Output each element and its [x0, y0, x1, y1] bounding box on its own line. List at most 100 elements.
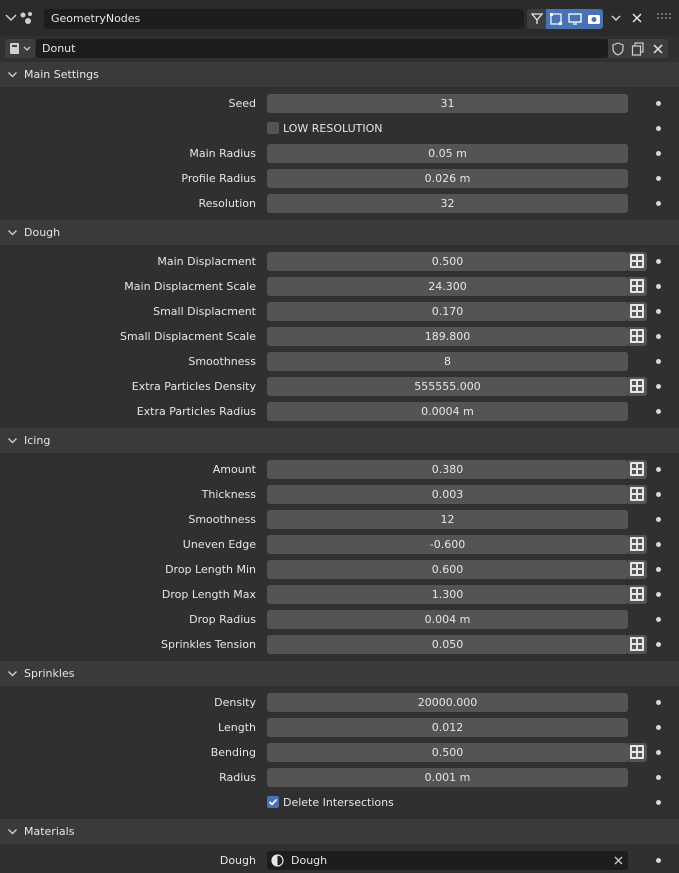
- input-row: Sprinkles Tension 0.050: [0, 632, 679, 657]
- attribute-toggle-button[interactable]: [628, 327, 647, 346]
- panel-header[interactable]: Icing: [0, 428, 679, 453]
- unlink-button[interactable]: [648, 39, 668, 58]
- value-field[interactable]: 20000.000: [267, 693, 628, 712]
- keyframe-dot[interactable]: [656, 517, 661, 522]
- value-field[interactable]: 0.003: [267, 485, 628, 504]
- keyframe-dot[interactable]: [656, 467, 661, 472]
- value-field[interactable]: 1.300: [267, 585, 628, 604]
- value-field[interactable]: 0.050: [267, 635, 628, 654]
- texture-icon: [630, 462, 644, 476]
- value-field[interactable]: 189.800: [267, 327, 628, 346]
- checkbox-label[interactable]: Delete Intersections: [283, 790, 394, 815]
- value-field[interactable]: 0.170: [267, 302, 628, 321]
- close-icon[interactable]: [630, 11, 644, 25]
- input-label: Extra Particles Density: [131, 380, 256, 393]
- attribute-toggle-button[interactable]: [628, 377, 647, 396]
- keyframe-dot[interactable]: [656, 259, 661, 264]
- value-field[interactable]: 0.500: [267, 743, 628, 762]
- modifier-name-field[interactable]: GeometryNodes: [44, 9, 524, 29]
- keyframe-dot[interactable]: [656, 176, 661, 181]
- input-row: Density 20000.000: [0, 690, 679, 715]
- value-field[interactable]: 0.05 m: [267, 144, 628, 163]
- attribute-toggle-button[interactable]: [628, 560, 647, 579]
- attribute-toggle-button[interactable]: [628, 485, 647, 504]
- edit-mode-toggle[interactable]: [527, 9, 546, 29]
- panel-header[interactable]: Materials: [0, 819, 679, 844]
- keyframe-dot[interactable]: [656, 284, 661, 289]
- panel-header[interactable]: Main Settings: [0, 62, 679, 87]
- keyframe-dot[interactable]: [656, 334, 661, 339]
- keyframe-dot[interactable]: [656, 359, 661, 364]
- value-field[interactable]: 0.012: [267, 718, 628, 737]
- viewport-toggle[interactable]: [565, 9, 584, 29]
- value-field[interactable]: 0.500: [267, 252, 628, 271]
- keyframe-dot[interactable]: [656, 725, 661, 730]
- panel-title: Materials: [24, 825, 75, 838]
- input-row: Length 0.012: [0, 715, 679, 740]
- value-field[interactable]: 31: [267, 94, 628, 113]
- input-row: Small Displacment Scale 189.800: [0, 324, 679, 349]
- value-field[interactable]: 8: [267, 352, 628, 371]
- modifier-toggles: [527, 9, 603, 29]
- duplicate-button[interactable]: [628, 39, 648, 58]
- keyframe-dot[interactable]: [656, 800, 661, 805]
- keyframe-dot[interactable]: [656, 309, 661, 314]
- value-field[interactable]: 12: [267, 510, 628, 529]
- attribute-toggle-button[interactable]: [628, 535, 647, 554]
- attribute-toggle-button[interactable]: [628, 585, 647, 604]
- material-selector[interactable]: Dough: [267, 851, 628, 870]
- keyframe-dot[interactable]: [656, 775, 661, 780]
- value-field[interactable]: 0.600: [267, 560, 628, 579]
- drag-handle-icon[interactable]: [656, 12, 672, 22]
- attribute-toggle-button[interactable]: [628, 743, 647, 762]
- input-row: Smoothness 12: [0, 507, 679, 532]
- keyframe-dot[interactable]: [656, 858, 661, 863]
- value-field[interactable]: 0.004 m: [267, 610, 628, 629]
- attribute-toggle-button[interactable]: [628, 277, 647, 296]
- keyframe-dot[interactable]: [656, 409, 661, 414]
- input-label: Drop Radius: [189, 613, 256, 626]
- value-field[interactable]: 32: [267, 194, 628, 213]
- panel-header[interactable]: Dough: [0, 220, 679, 245]
- keyframe-dot[interactable]: [656, 592, 661, 597]
- fake-user-button[interactable]: [608, 39, 628, 58]
- value-field[interactable]: 0.001 m: [267, 768, 628, 787]
- value-field[interactable]: 24.300: [267, 277, 628, 296]
- panel-header[interactable]: Sprinkles: [0, 661, 679, 686]
- value-field[interactable]: -0.600: [267, 535, 628, 554]
- keyframe-dot[interactable]: [656, 384, 661, 389]
- keyframe-dot[interactable]: [656, 101, 661, 106]
- keyframe-dot[interactable]: [656, 567, 661, 572]
- texture-icon: [630, 254, 644, 268]
- attribute-toggle-button[interactable]: [628, 252, 647, 271]
- keyframe-dot[interactable]: [656, 750, 661, 755]
- keyframe-dot[interactable]: [656, 617, 661, 622]
- attribute-toggle-button[interactable]: [628, 302, 647, 321]
- render-toggle[interactable]: [584, 9, 603, 29]
- input-label: Main Displacment: [157, 255, 256, 268]
- input-row: Small Displacment 0.170: [0, 299, 679, 324]
- modifier-menu-chevron-icon[interactable]: [609, 11, 623, 25]
- attribute-toggle-button[interactable]: [628, 460, 647, 479]
- value-field[interactable]: 555555.000: [267, 377, 628, 396]
- checkbox-label[interactable]: LOW RESOLUTION: [283, 116, 382, 141]
- collapse-chevron-icon[interactable]: [3, 9, 19, 25]
- keyframe-dot[interactable]: [656, 201, 661, 206]
- keyframe-dot[interactable]: [656, 700, 661, 705]
- attribute-toggle-button[interactable]: [628, 635, 647, 654]
- value-field[interactable]: 0.026 m: [267, 169, 628, 188]
- clear-icon[interactable]: [613, 855, 624, 866]
- keyframe-dot[interactable]: [656, 151, 661, 156]
- checkbox[interactable]: [267, 122, 279, 134]
- browse-node-group-button[interactable]: [5, 39, 35, 58]
- keyframe-dot[interactable]: [656, 542, 661, 547]
- keyframe-dot[interactable]: [656, 492, 661, 497]
- cage-toggle[interactable]: [546, 9, 565, 29]
- value-field[interactable]: 0.380: [267, 460, 628, 479]
- input-row: Dough Dough: [0, 848, 679, 873]
- node-group-name-field[interactable]: Donut: [36, 39, 608, 58]
- checkbox[interactable]: [267, 796, 279, 808]
- keyframe-dot[interactable]: [656, 126, 661, 131]
- keyframe-dot[interactable]: [656, 642, 661, 647]
- value-field[interactable]: 0.0004 m: [267, 402, 628, 421]
